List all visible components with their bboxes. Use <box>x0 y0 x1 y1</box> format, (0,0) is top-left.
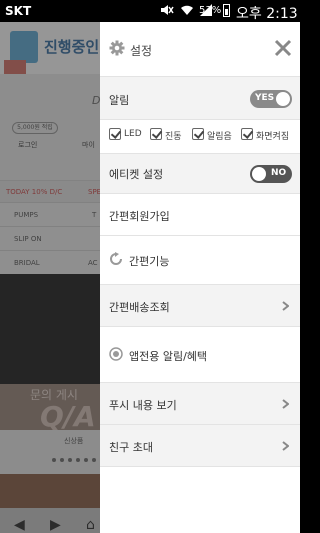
led-label: LED <box>124 129 142 139</box>
chevron-right-icon <box>282 399 289 409</box>
close-icon[interactable] <box>274 39 292 57</box>
alarm-row: 알림 YES <box>100 77 300 120</box>
drawer-scrim[interactable] <box>0 22 100 533</box>
alarm-options-row: LED 진동 알림음 화면켜짐 <box>100 120 300 154</box>
alarm-toggle-text: YES <box>255 93 275 103</box>
app-alarm-item[interactable]: 앱전용 알림/혜택 <box>100 327 300 383</box>
checkbox-checked-icon <box>192 128 204 140</box>
toggle-knob <box>276 92 290 106</box>
clock: 오후 2:13 <box>236 6 298 22</box>
invite-friend-item[interactable]: 친구 초대 <box>100 425 300 467</box>
vibrate-label: 진동 <box>165 132 182 142</box>
checkbox-checked-icon <box>150 128 162 140</box>
etiquette-toggle[interactable]: NO <box>250 165 292 183</box>
simple-signup-label: 간편회원가입 <box>109 210 170 223</box>
push-view-item[interactable]: 푸시 내용 보기 <box>100 383 300 425</box>
checkbox-checked-icon <box>109 128 121 140</box>
drawer-title: 설정 <box>130 44 153 58</box>
target-icon <box>109 347 123 361</box>
status-bar: SKT 53% 오후 2:13 <box>0 0 300 22</box>
invite-friend-label: 친구 초대 <box>109 441 153 454</box>
battery-percent: 53% <box>199 5 222 16</box>
checkbox-checked-icon <box>241 128 253 140</box>
drawer-header: 설정 <box>100 22 300 77</box>
settings-drawer: 설정 알림 YES LED 진동 알림음 화면켜짐 에티켓 설정 NO 간편회원… <box>100 22 300 533</box>
etiquette-row: 에티켓 설정 NO <box>100 154 300 194</box>
gear-icon <box>109 40 125 56</box>
refresh-icon <box>110 252 122 265</box>
mute-icon <box>161 5 174 15</box>
toggle-knob <box>252 167 266 181</box>
app-alarm-label: 앱전용 알림/혜택 <box>129 350 208 363</box>
simple-function-item[interactable]: 간편기능 <box>100 236 300 285</box>
push-view-label: 푸시 내용 보기 <box>109 399 177 412</box>
simple-function-label: 간편기능 <box>129 255 170 268</box>
etiquette-label: 에티켓 설정 <box>109 168 164 181</box>
etiquette-toggle-text: NO <box>271 168 287 178</box>
simple-delivery-label: 간편배송조회 <box>109 301 170 314</box>
carrier-label: SKT <box>5 4 32 18</box>
wifi-icon <box>180 5 193 15</box>
alarm-label: 알림 <box>109 94 130 107</box>
sound-label: 알림음 <box>207 132 232 142</box>
chevron-right-icon <box>282 301 289 311</box>
alarm-toggle[interactable]: YES <box>250 90 292 108</box>
chevron-right-icon <box>282 441 289 451</box>
battery-icon <box>223 4 230 17</box>
simple-delivery-item[interactable]: 간편배송조회 <box>100 285 300 327</box>
screen-on-label: 화면켜짐 <box>256 132 290 142</box>
simple-signup-item[interactable]: 간편회원가입 <box>100 194 300 236</box>
